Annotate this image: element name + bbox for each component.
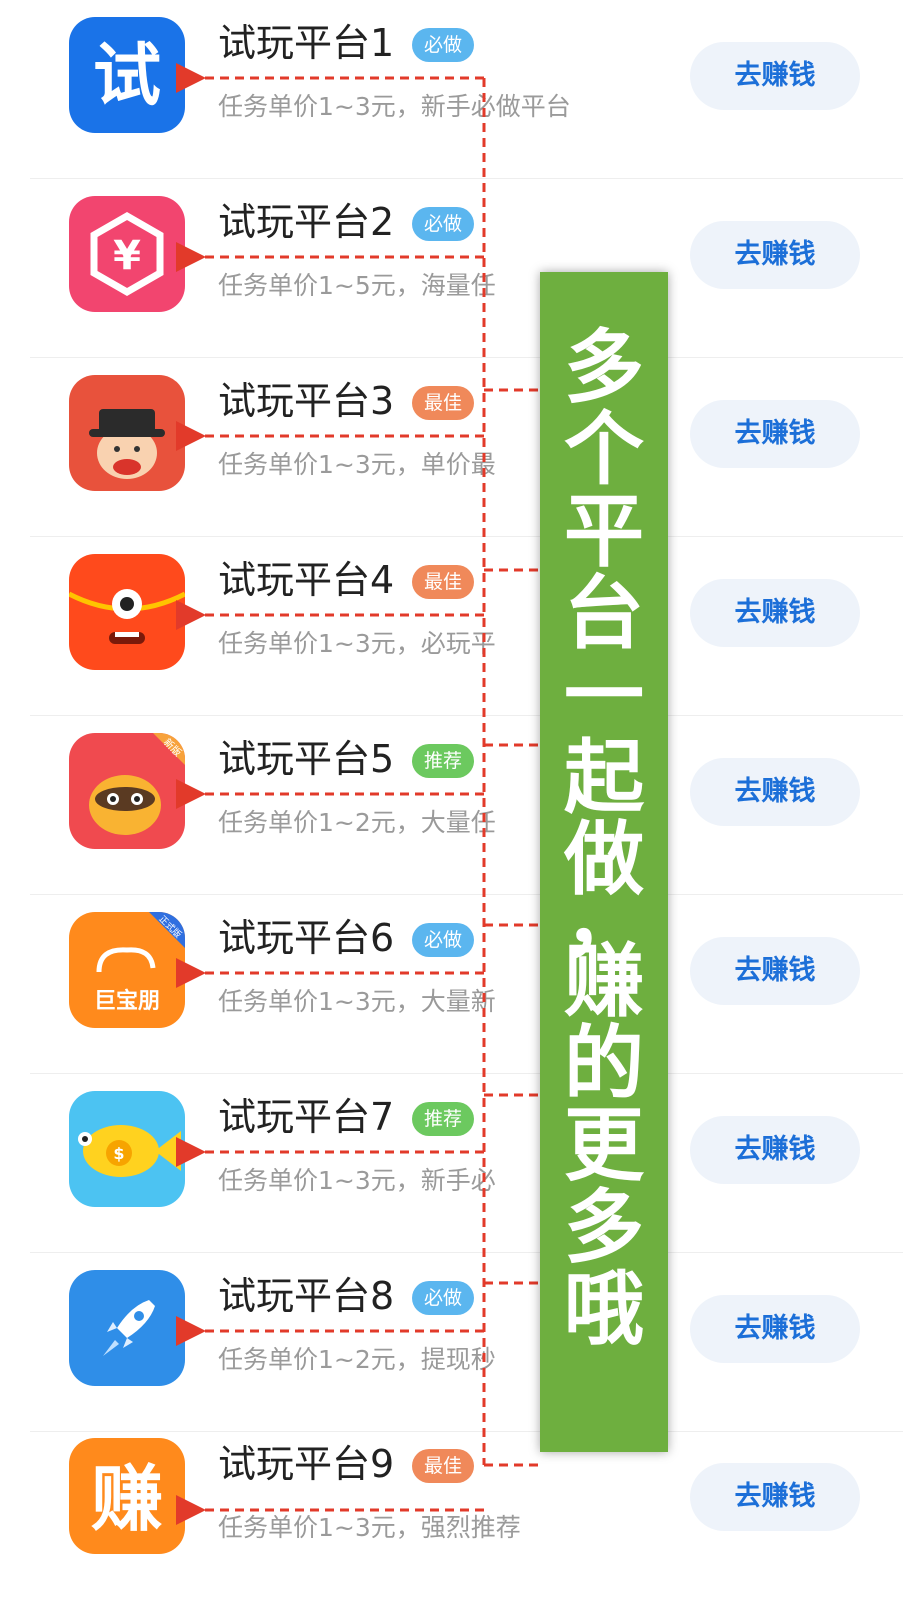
zhuan-glyph: 赚 <box>91 1457 163 1541</box>
status-badge: 必做 <box>412 923 475 957</box>
banner-char: 个 <box>564 403 644 496</box>
status-badge: 必做 <box>412 1281 475 1315</box>
list-item: 赚 试玩平台9 最佳 任务单价1~3元，强烈推荐 去赚钱 <box>0 1421 913 1600</box>
item-description: 任务单价1~2元，大量任 <box>218 808 496 837</box>
try-icon[interactable]: 试 <box>69 17 185 133</box>
earn-money-button[interactable]: 去赚钱 <box>690 1463 860 1531</box>
item-title: 试玩平台3 <box>218 379 395 423</box>
banner-char: 台 <box>564 567 644 660</box>
svg-text:$: $ <box>113 1144 124 1163</box>
earn-money-button[interactable]: 去赚钱 <box>690 1295 860 1363</box>
status-badge: 最佳 <box>412 386 475 420</box>
promo-banner: 多 个 平 台 一 起 做 ， 赚 的 更 多 哦 <box>540 272 668 1452</box>
item-title: 试玩平台9 <box>218 1442 395 1486</box>
rocket-icon[interactable] <box>69 1270 185 1386</box>
list-item: ¥ 试玩平台2 必做 任务单价1~5元，海量任 去赚钱 <box>0 179 913 358</box>
banner-char: 平 <box>564 485 644 578</box>
earn-money-button[interactable]: 去赚钱 <box>690 937 860 1005</box>
item-description: 任务单价1~3元，大量新 <box>218 987 496 1016</box>
red-envelope-monster-icon[interactable] <box>69 554 185 670</box>
banner-char: 赚 <box>564 935 644 1028</box>
banner-char: 一 <box>564 649 644 742</box>
list-item: 试 试玩平台1 必做 任务单价1~3元，新手必做平台 去赚钱 <box>0 0 913 179</box>
try-glyph: 试 <box>93 37 161 116</box>
list-item: 新版 试玩平台5 推荐 任务单价1~2元，大量任 去赚钱 <box>0 716 913 895</box>
banner-char: 的 <box>564 1017 644 1110</box>
banner-char: 哦 <box>564 1263 644 1356</box>
banner-char: 起 <box>564 731 644 824</box>
earn-money-button[interactable]: 去赚钱 <box>690 1116 860 1184</box>
item-description: 任务单价1~3元，新手必做平台 <box>218 92 571 121</box>
item-description: 任务单价1~3元，强烈推荐 <box>218 1513 521 1542</box>
status-badge: 推荐 <box>412 1102 475 1136</box>
item-title: 试玩平台5 <box>218 737 395 781</box>
banner-char: 更 <box>564 1099 644 1192</box>
list-item: 正式版 巨宝朋 试玩平台6 必做 任务单价1~3元，大量新 去赚钱 <box>0 895 913 1074</box>
status-badge: 最佳 <box>412 1449 475 1483</box>
list-item: $ 试玩平台7 推荐 任务单价1~3元，新手必 去赚钱 <box>0 1074 913 1253</box>
banner-char: 多 <box>564 1181 644 1274</box>
earn-money-button[interactable]: 去赚钱 <box>690 758 860 826</box>
zhuan-icon[interactable]: 赚 <box>69 1438 185 1554</box>
list-item: 试玩平台3 最佳 任务单价1~3元，单价最 去赚钱 <box>0 358 913 537</box>
item-description: 任务单价1~2元，提现秒 <box>218 1345 496 1374</box>
fish-coin-icon[interactable]: $ <box>69 1091 185 1207</box>
raccoon-icon[interactable]: 新版 <box>69 733 185 849</box>
banner-char: 多 <box>564 321 644 414</box>
item-description: 任务单价1~3元，必玩平 <box>218 629 496 658</box>
status-badge: 推荐 <box>412 744 475 778</box>
earn-money-button[interactable]: 去赚钱 <box>690 42 860 110</box>
status-badge: 最佳 <box>412 565 475 599</box>
item-title: 试玩平台4 <box>218 558 395 602</box>
jubaopeng-text: 巨宝朋 <box>94 988 160 1014</box>
item-description: 任务单价1~3元，新手必 <box>218 1166 496 1195</box>
list-item: 试玩平台8 必做 任务单价1~2元，提现秒 去赚钱 <box>0 1253 913 1432</box>
hat-face-icon[interactable] <box>69 375 185 491</box>
item-description: 任务单价1~3元，单价最 <box>218 450 496 479</box>
status-badge: 必做 <box>412 207 475 241</box>
yuan-coin-icon[interactable]: ¥ <box>69 196 185 312</box>
svg-text:¥: ¥ <box>113 233 141 279</box>
earn-money-button[interactable]: 去赚钱 <box>690 579 860 647</box>
promo-banner-text: 多 个 平 台 一 起 做 ， 赚 的 更 多 哦 <box>540 327 668 1351</box>
earn-money-button[interactable]: 去赚钱 <box>690 221 860 289</box>
list-item: 试玩平台4 最佳 任务单价1~3元，必玩平 去赚钱 <box>0 537 913 716</box>
item-title: 试玩平台2 <box>218 200 395 244</box>
item-description: 任务单价1~5元，海量任 <box>218 271 496 300</box>
item-title: 试玩平台1 <box>218 21 395 65</box>
item-title: 试玩平台8 <box>218 1274 395 1318</box>
earn-money-button[interactable]: 去赚钱 <box>690 400 860 468</box>
status-badge: 必做 <box>412 28 475 62</box>
item-title: 试玩平台6 <box>218 916 395 960</box>
item-title: 试玩平台7 <box>218 1095 395 1139</box>
jubaopeng-icon[interactable]: 正式版 巨宝朋 <box>69 912 185 1028</box>
